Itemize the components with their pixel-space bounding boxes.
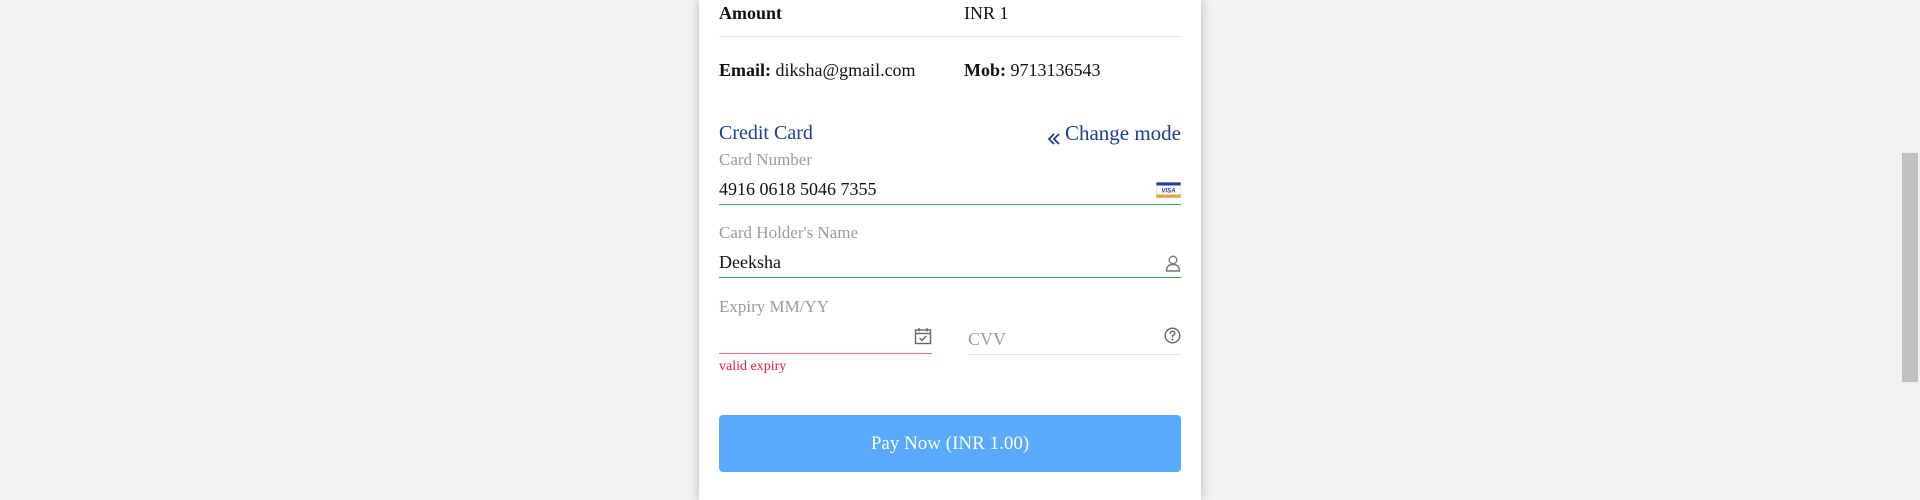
card-number-label: Card Number: [719, 150, 813, 169]
visa-card-icon: VISA: [1156, 181, 1181, 198]
email-label: Email:: [719, 60, 771, 80]
pay-now-button[interactable]: Pay Now (INR 1.00): [719, 415, 1181, 472]
scrollbar-thumb[interactable]: [1902, 153, 1918, 382]
calendar-check-icon: [914, 327, 932, 345]
expiry-label: Expiry MM/YY: [719, 297, 830, 316]
change-mode-label: Change mode: [1064, 121, 1181, 145]
card-holder-field[interactable]: [719, 248, 1181, 278]
expiry-error: valid expiry: [719, 359, 787, 374]
contact-row: Email: diksha@gmail.com Mob: 9713136543: [719, 58, 1181, 86]
payment-card: Amount INR 1 Email: diksha@gmail.com Mob…: [699, 0, 1201, 500]
amount-label: Amount: [719, 3, 783, 23]
mobile-value: 9713136543: [1010, 60, 1101, 80]
email-info: Email: diksha@gmail.com: [719, 60, 916, 81]
svg-text:VISA: VISA: [1161, 188, 1175, 194]
expiry-input[interactable]: [719, 328, 932, 349]
help-circle-icon[interactable]: [1164, 327, 1181, 344]
card-holder-input[interactable]: [719, 252, 1181, 273]
payment-mode-title: Credit Card: [719, 122, 813, 144]
double-chevron-left-icon: [1047, 127, 1061, 145]
expiry-field[interactable]: [719, 324, 932, 354]
change-mode-link[interactable]: Change mode: [1047, 121, 1181, 146]
mobile-info: Mob: 9713136543: [964, 60, 1101, 81]
mobile-label: Mob:: [964, 60, 1006, 80]
amount-row: Amount INR 1: [719, 0, 1181, 37]
cvv-input[interactable]: [968, 329, 1181, 350]
email-value: diksha@gmail.com: [775, 60, 916, 80]
amount-value: INR 1: [964, 3, 1009, 23]
card-holder-label: Card Holder's Name: [719, 223, 859, 242]
card-number-input[interactable]: [719, 179, 1181, 200]
user-icon: [1165, 254, 1181, 272]
card-number-field[interactable]: VISA: [719, 175, 1181, 205]
cvv-field[interactable]: [968, 325, 1181, 355]
